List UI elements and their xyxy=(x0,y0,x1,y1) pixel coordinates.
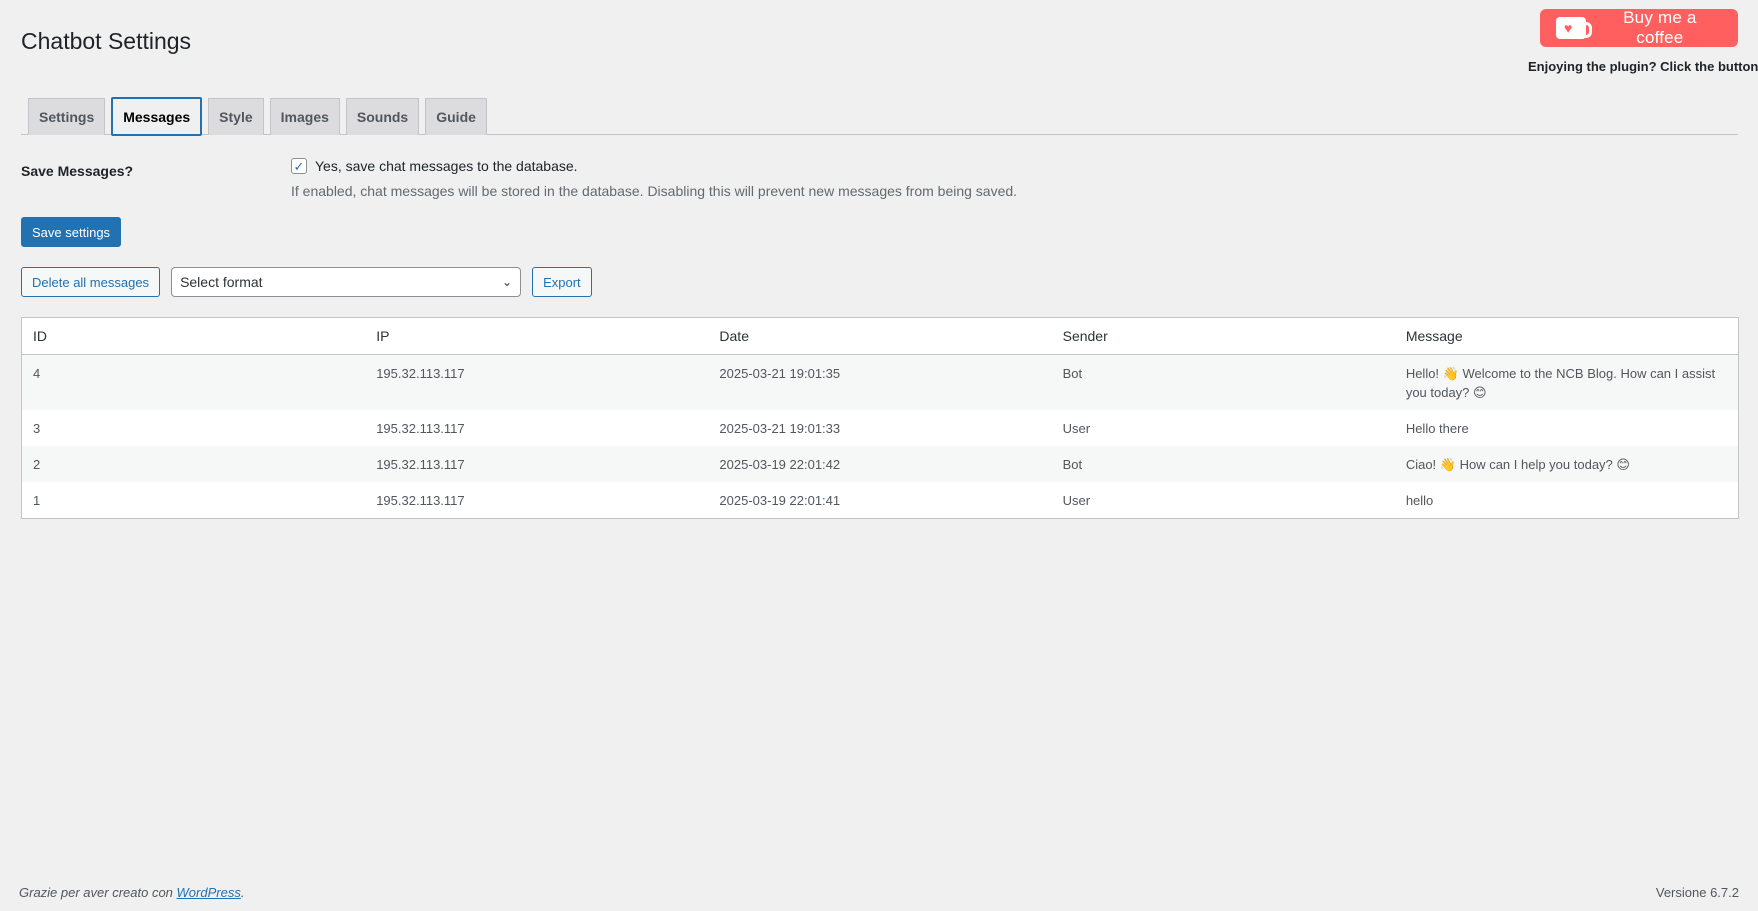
cell-message: hello xyxy=(1405,493,1434,508)
coffee-cup-icon: ♥ xyxy=(1556,17,1592,39)
cell-ip: 195.32.113.117 xyxy=(376,366,465,381)
save-messages-checkbox-row[interactable]: ✓ Yes, save chat messages to the databas… xyxy=(291,158,1017,174)
cell-date: 2025-03-21 19:01:33 xyxy=(719,421,841,436)
cell-ip: 195.32.113.117 xyxy=(376,421,465,436)
coffee-button-label: Buy me a coffee xyxy=(1623,8,1697,47)
table-row: 3 195.32.113.117 2025-03-21 19:01:33 Use… xyxy=(22,410,1738,446)
save-messages-checkbox-label: Yes, save chat messages to the database. xyxy=(315,158,578,174)
chevron-down-icon: ⌄ xyxy=(502,275,513,289)
tab-settings[interactable]: Settings xyxy=(28,98,106,135)
wordpress-link[interactable]: WordPress xyxy=(177,885,241,900)
cell-ip: 195.32.113.117 xyxy=(376,493,465,508)
buy-me-a-coffee-button[interactable]: ♥ Buy me a coffee xyxy=(1540,8,1738,47)
save-messages-label: Save Messages? xyxy=(21,163,134,179)
cell-date: 2025-03-21 19:01:35 xyxy=(719,366,841,381)
column-header-sender: Sender xyxy=(1062,328,1108,344)
message-actions: Delete all messages Select format ⌄ Expo… xyxy=(21,267,592,297)
column-header-date: Date xyxy=(719,328,749,344)
table-row: 1 195.32.113.117 2025-03-19 22:01:41 Use… xyxy=(22,482,1738,518)
tab-style[interactable]: Style xyxy=(208,98,264,135)
cell-ip: 195.32.113.117 xyxy=(376,457,465,472)
cell-sender: User xyxy=(1062,493,1091,508)
table-header: ID IP Date Sender Message xyxy=(22,318,1738,355)
cell-date: 2025-03-19 22:01:41 xyxy=(719,493,841,508)
footer-version: Versione 6.7.2 xyxy=(1655,885,1739,900)
export-format-value: Select format xyxy=(180,274,263,290)
cell-id: 1 xyxy=(33,493,41,508)
column-header-id: ID xyxy=(33,328,47,344)
coffee-caption: Enjoying the plugin? Click the button! xyxy=(1528,59,1758,74)
messages-table: ID IP Date Sender Message 4 195.32.113.1… xyxy=(21,317,1739,519)
cell-id: 4 xyxy=(33,366,41,381)
cell-sender: User xyxy=(1062,421,1091,436)
save-messages-field: ✓ Yes, save chat messages to the databas… xyxy=(291,158,1017,199)
table-row: 4 195.32.113.117 2025-03-21 19:01:35 Bot… xyxy=(22,355,1738,410)
cell-id: 2 xyxy=(33,457,41,472)
export-format-select[interactable]: Select format ⌄ xyxy=(171,267,522,297)
save-settings-button[interactable]: Save settings xyxy=(21,217,122,247)
cell-date: 2025-03-19 22:01:42 xyxy=(719,457,841,472)
export-button[interactable]: Export xyxy=(532,267,592,297)
tab-messages[interactable]: Messages xyxy=(111,97,203,136)
cell-message: Hello! 👋 Welcome to the NCB Blog. How ca… xyxy=(1405,366,1716,400)
cell-id: 3 xyxy=(33,421,41,436)
footer-thanks-suffix: . xyxy=(240,885,245,900)
coffee-box: ♥ Buy me a coffee Enjoying the plugin? C… xyxy=(1528,8,1758,74)
tab-sounds[interactable]: Sounds xyxy=(345,98,420,135)
footer-thanks-prefix: Grazie per aver creato con xyxy=(19,885,177,900)
footer-thanks: Grazie per aver creato con WordPress. xyxy=(19,885,244,900)
tab-bar: Settings Messages Style Images Sounds Gu… xyxy=(21,97,1738,136)
heart-icon: ♥ xyxy=(1564,20,1573,36)
table-row: 2 195.32.113.117 2025-03-19 22:01:42 Bot… xyxy=(22,446,1738,482)
tab-images[interactable]: Images xyxy=(269,98,340,135)
tab-guide[interactable]: Guide xyxy=(425,98,487,135)
cell-message: Hello there xyxy=(1405,421,1469,436)
page: Chatbot Settings ♥ Buy me a coffee Enjoy… xyxy=(0,0,1758,911)
save-messages-checkbox[interactable]: ✓ xyxy=(291,158,307,174)
column-header-message: Message xyxy=(1405,328,1463,344)
cell-message: Ciao! 👋 How can I help you today? 😊 xyxy=(1405,457,1630,472)
page-title: Chatbot Settings xyxy=(21,28,192,54)
column-header-ip: IP xyxy=(376,328,390,344)
delete-all-messages-button[interactable]: Delete all messages xyxy=(21,267,161,297)
cell-sender: Bot xyxy=(1062,457,1083,472)
save-messages-description: If enabled, chat messages will be stored… xyxy=(291,183,1018,199)
cell-sender: Bot xyxy=(1062,366,1083,381)
